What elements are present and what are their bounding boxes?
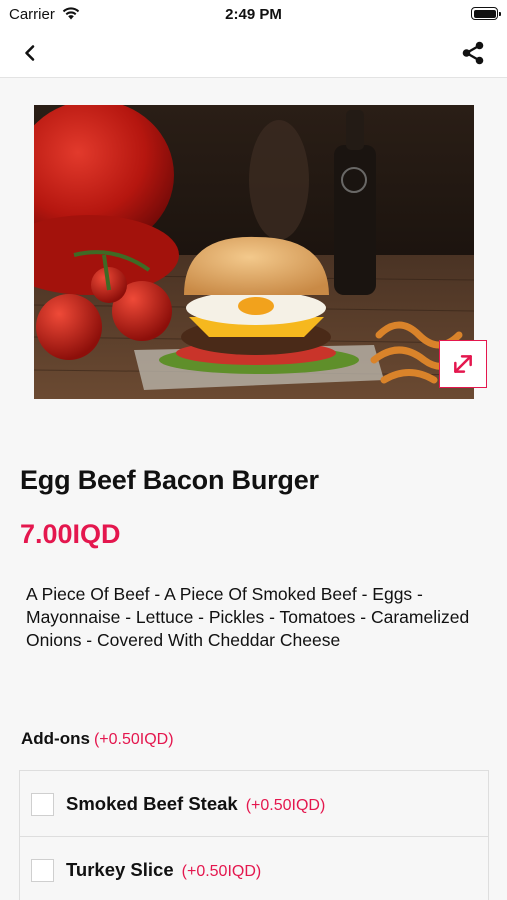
addon-label: Turkey Slice (+0.50IQD) <box>66 859 261 881</box>
addon-label: Smoked Beef Steak (+0.50IQD) <box>66 793 325 815</box>
product-name: Egg Beef Bacon Burger <box>20 465 319 495</box>
chevron-left-icon <box>25 45 35 61</box>
addon-checkbox[interactable] <box>31 793 54 816</box>
addon-price: (+0.50IQD) <box>181 863 262 880</box>
product-image <box>34 105 474 399</box>
product-description: A Piece Of Beef - A Piece Of Smoked Beef… <box>26 584 470 650</box>
product-price: 7.00IQD <box>20 519 121 549</box>
addon-name: Smoked Beef Steak <box>66 793 238 814</box>
battery-icon <box>471 7 501 20</box>
addon-checkbox[interactable] <box>31 859 54 882</box>
expand-icon <box>454 355 472 373</box>
addon-list: Smoked Beef Steak (+0.50IQD) Turkey Slice… <box>19 770 489 900</box>
expand-image-button[interactable] <box>439 340 487 388</box>
navigation-bar <box>0 28 507 78</box>
addons-header: Add-ons (+0.50IQD) <box>21 729 174 749</box>
share-icon <box>462 41 484 65</box>
addon-price: (+0.50IQD) <box>245 797 326 814</box>
status-bar: Carrier 2:49 PM <box>0 0 507 28</box>
addons-title: Add-ons <box>21 729 90 748</box>
addon-name: Turkey Slice <box>66 859 174 880</box>
back-button[interactable] <box>18 41 42 65</box>
clock-time: 2:49 PM <box>225 6 282 23</box>
addon-item-smoked-beef-steak[interactable]: Smoked Beef Steak (+0.50IQD) <box>20 771 488 837</box>
addons-price-note: (+0.50IQD) <box>93 731 174 748</box>
share-button[interactable] <box>460 40 486 66</box>
addon-item-turkey-slice[interactable]: Turkey Slice (+0.50IQD) <box>20 837 488 900</box>
